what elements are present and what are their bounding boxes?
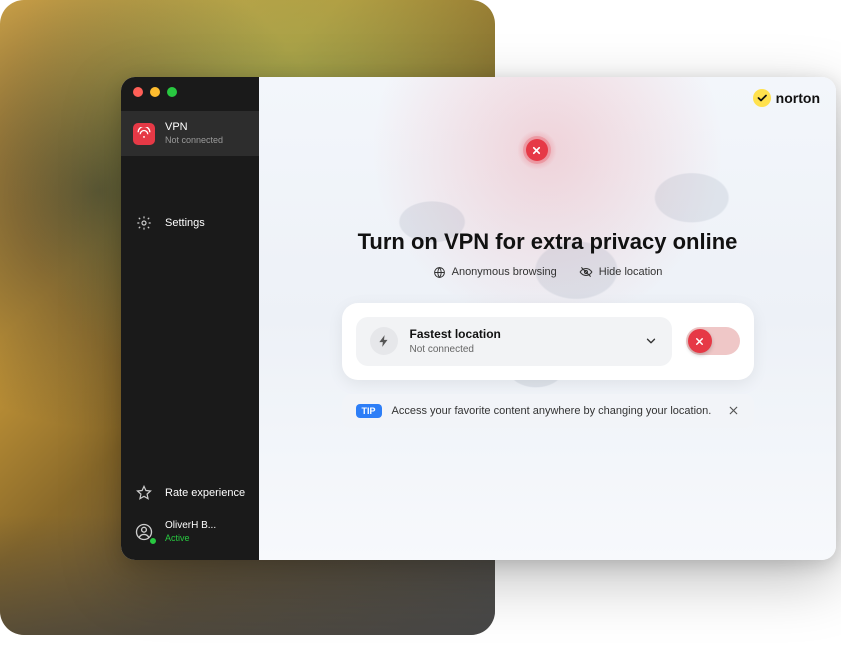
location-selector[interactable]: Fastest location Not connected bbox=[356, 317, 672, 366]
close-icon[interactable] bbox=[727, 404, 740, 417]
location-text: Fastest location Not connected bbox=[410, 327, 632, 356]
eye-off-icon bbox=[579, 265, 593, 279]
sidebar-item-label: VPN Not connected bbox=[165, 121, 223, 146]
main-panel: norton Turn on VPN for extra privacy onl… bbox=[259, 77, 836, 560]
brand-check-icon bbox=[753, 89, 771, 107]
window-minimize-icon[interactable] bbox=[150, 87, 160, 97]
vpn-control-card: Fastest location Not connected bbox=[342, 303, 754, 380]
user-avatar-icon bbox=[133, 521, 155, 543]
sidebar-item-settings[interactable]: Settings bbox=[121, 202, 259, 244]
sidebar-nav: VPN Not connected Settings bbox=[121, 111, 259, 244]
toggle-knob-x-icon bbox=[688, 329, 712, 353]
gear-icon bbox=[133, 212, 155, 234]
settings-label: Settings bbox=[165, 217, 205, 229]
tag-hide-location: Hide location bbox=[579, 265, 663, 279]
sidebar-item-vpn[interactable]: VPN Not connected bbox=[121, 111, 259, 156]
location-title: Fastest location bbox=[410, 327, 632, 343]
location-x-icon bbox=[526, 139, 548, 161]
sidebar-bottom: Rate experience OliverH B... Active bbox=[121, 474, 259, 560]
user-status: Active bbox=[165, 533, 216, 544]
user-label-block: OliverH B... Active bbox=[165, 520, 216, 544]
tag-anonymous-label: Anonymous browsing bbox=[452, 266, 557, 278]
star-icon bbox=[133, 482, 155, 504]
vpn-icon bbox=[133, 123, 155, 145]
tag-hide-label: Hide location bbox=[599, 266, 663, 278]
window-close-icon[interactable] bbox=[133, 87, 143, 97]
vpn-title: VPN bbox=[165, 121, 223, 135]
rate-label: Rate experience bbox=[165, 487, 245, 499]
hero: Turn on VPN for extra privacy online Ano… bbox=[358, 229, 738, 279]
brand-logo: norton bbox=[753, 89, 820, 107]
user-status-dot bbox=[149, 537, 157, 545]
vpn-toggle[interactable] bbox=[686, 327, 740, 355]
sidebar: VPN Not connected Settings Rate experien… bbox=[121, 77, 259, 560]
bolt-icon bbox=[370, 327, 398, 355]
location-status: Not connected bbox=[410, 343, 632, 356]
sidebar-item-rate[interactable]: Rate experience bbox=[121, 474, 259, 512]
tip-text: Access your favorite content anywhere by… bbox=[392, 405, 712, 417]
window-controls bbox=[121, 77, 259, 111]
sidebar-item-user[interactable]: OliverH B... Active bbox=[121, 512, 259, 552]
window-maximize-icon[interactable] bbox=[167, 87, 177, 97]
hero-tags: Anonymous browsing Hide location bbox=[358, 265, 738, 279]
tag-anonymous: Anonymous browsing bbox=[433, 265, 557, 279]
globe-icon bbox=[433, 266, 446, 279]
page-title: Turn on VPN for extra privacy online bbox=[358, 229, 738, 255]
app-window: VPN Not connected Settings Rate experien… bbox=[121, 77, 836, 560]
brand-name: norton bbox=[776, 90, 820, 106]
tip-badge: TIP bbox=[356, 404, 382, 418]
tip-banner: TIP Access your favorite content anywher… bbox=[342, 394, 754, 428]
user-name: OliverH B... bbox=[165, 520, 216, 533]
chevron-down-icon bbox=[644, 334, 658, 348]
location-marker bbox=[526, 139, 548, 161]
vpn-status: Not connected bbox=[165, 135, 223, 146]
